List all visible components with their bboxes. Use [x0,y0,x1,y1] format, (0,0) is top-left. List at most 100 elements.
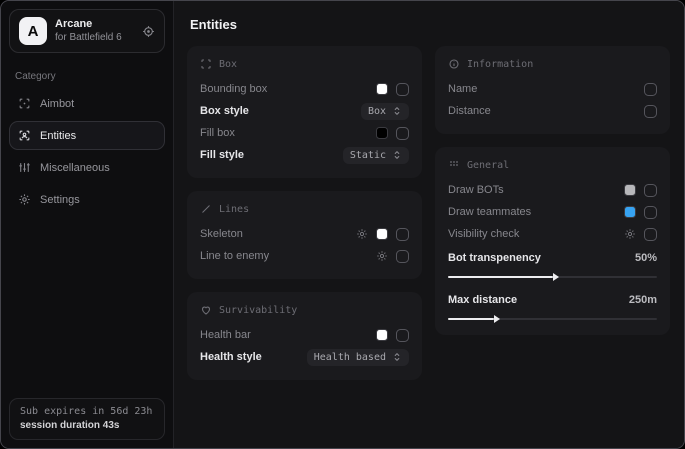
slider-thumb[interactable] [494,315,500,323]
dropdown-value: Static [350,150,386,161]
chevrons-up-down-icon [392,106,402,116]
visibility-check-checkbox[interactable] [644,228,657,241]
color-swatch[interactable] [376,228,388,240]
sliders-icon [18,161,31,174]
draw-bots-checkbox[interactable] [644,184,657,197]
skeleton-checkbox[interactable] [396,228,409,241]
skeleton-config-gear-icon[interactable] [356,228,368,240]
setting-row-line-to-enemy: Line to enemy [200,245,409,267]
fill-style-dropdown[interactable]: Static [343,147,409,164]
setting-row-health-bar: Health bar [200,324,409,346]
setting-row-fill-style: Fill style Static [200,144,409,166]
color-swatch[interactable] [376,127,388,139]
box-card: Box Bounding box Box style Box [187,46,422,178]
visibility-config-gear-icon[interactable] [624,228,636,240]
setting-label: Visibility check [448,228,519,240]
setting-label: Health style [200,351,262,363]
line-to-enemy-config-gear-icon[interactable] [376,250,388,262]
slider-thumb[interactable] [553,273,559,281]
survivability-card: Survivability Health bar Health style He… [187,292,422,380]
setting-label: Name [448,83,477,95]
gear-icon [18,193,31,206]
setting-row-visibility-check: Visibility check [448,223,657,245]
setting-label: Box style [200,105,249,117]
health-bar-checkbox[interactable] [396,329,409,342]
slider-value: 250m [629,294,657,306]
color-swatch[interactable] [376,83,388,95]
bot-transparency-group: Bot transpenency 50% [448,247,657,281]
setting-row-draw-teammates: Draw teammates [448,201,657,223]
category-label: Category [15,71,159,82]
color-swatch[interactable] [624,206,636,218]
sidebar: A Arcane for Battlefield 6 Category [1,1,174,448]
main-content: Entities Box Bounding box [174,1,684,448]
sidebar-item-miscellaneous[interactable]: Miscellaneous [9,153,165,182]
info-icon [448,58,460,70]
information-card: Information Name Distance [435,46,670,134]
setting-row-skeleton: Skeleton [200,223,409,245]
bounding-box-checkbox[interactable] [396,83,409,96]
target-icon[interactable] [142,25,155,38]
subscription-card: Sub expires in 56d 23h session duration … [9,398,165,440]
health-style-dropdown[interactable]: Health based [307,349,409,366]
box-brackets-icon [200,58,212,70]
section-header: General [467,160,509,171]
crosshair-icon [18,97,31,110]
lines-card: Lines Skeleton [187,191,422,279]
setting-label: Bounding box [200,83,267,95]
box-style-dropdown[interactable]: Box [361,103,409,120]
section-header: Information [467,59,533,70]
setting-row-box-style: Box style Box [200,100,409,122]
sidebar-item-label: Entities [40,130,76,142]
app-logo: A [19,17,47,45]
setting-label: Draw teammates [448,206,531,218]
session-duration-text: session duration 43s [20,420,154,431]
setting-row-health-style: Health style Health based [200,346,409,368]
bot-transparency-slider[interactable] [448,272,657,281]
setting-row-bounding-box: Bounding box [200,78,409,100]
color-swatch[interactable] [376,329,388,341]
logo-card: A Arcane for Battlefield 6 [9,9,165,53]
sidebar-item-label: Aimbot [40,98,74,110]
sidebar-item-entities[interactable]: Entities [9,121,165,150]
name-checkbox[interactable] [644,83,657,96]
line-to-enemy-checkbox[interactable] [396,250,409,263]
color-swatch[interactable] [624,184,636,196]
setting-label: Line to enemy [200,250,269,262]
setting-row-fill-box: Fill box [200,122,409,144]
sidebar-item-label: Miscellaneous [40,162,110,174]
grid-icon [448,159,460,171]
app-subtitle: for Battlefield 6 [55,32,122,45]
setting-label: Health bar [200,329,251,341]
max-distance-slider[interactable] [448,314,657,323]
distance-checkbox[interactable] [644,105,657,118]
setting-row-name: Name [448,78,657,100]
setting-label: Fill box [200,127,235,139]
setting-label: Fill style [200,149,244,161]
line-icon [200,203,212,215]
setting-label: Skeleton [200,228,243,240]
app-window: A Arcane for Battlefield 6 Category [0,0,685,449]
general-card: General Draw BOTs Draw teammates [435,147,670,335]
chevrons-up-down-icon [392,150,402,160]
setting-label: Distance [448,105,491,117]
draw-teammates-checkbox[interactable] [644,206,657,219]
setting-label: Max distance [448,294,517,306]
heart-icon [200,304,212,316]
app-name: Arcane [55,18,122,32]
sidebar-item-label: Settings [40,194,80,206]
section-header: Box [219,59,237,70]
fill-box-checkbox[interactable] [396,127,409,140]
sidebar-item-settings[interactable]: Settings [9,185,165,214]
page-title: Entities [190,17,670,32]
entities-scan-icon [18,129,31,142]
slider-value: 50% [635,252,657,264]
section-header: Lines [219,204,249,215]
sidebar-item-aimbot[interactable]: Aimbot [9,89,165,118]
setting-label: Draw BOTs [448,184,504,196]
setting-row-draw-bots: Draw BOTs [448,179,657,201]
dropdown-value: Box [368,106,386,117]
max-distance-group: Max distance 250m [448,289,657,323]
dropdown-value: Health based [314,352,386,363]
setting-row-distance: Distance [448,100,657,122]
